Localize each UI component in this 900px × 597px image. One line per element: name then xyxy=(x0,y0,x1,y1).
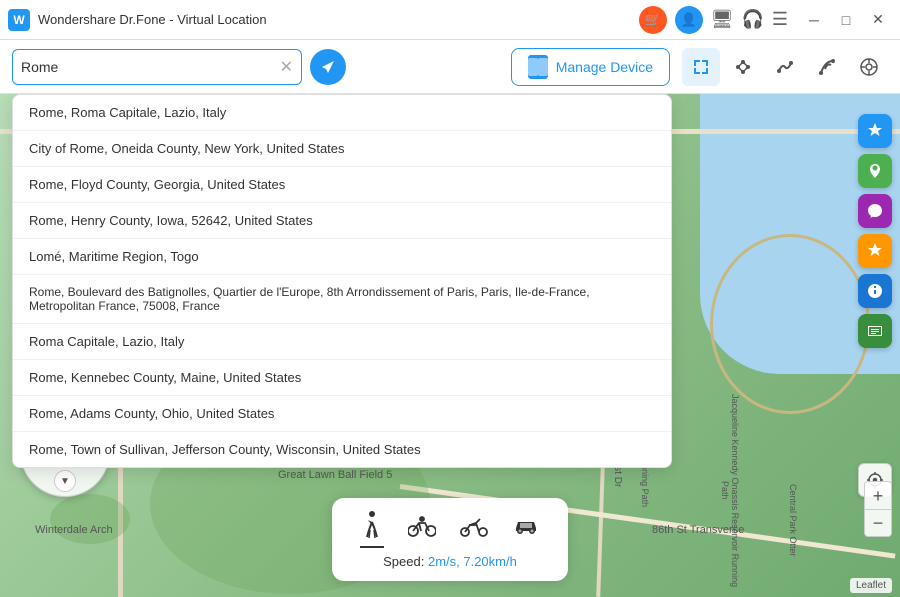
title-bar-left: W Wondershare Dr.Fone - Virtual Location xyxy=(8,9,267,31)
toolbar: ✕ Manage Device xyxy=(0,40,900,94)
autocomplete-item-0[interactable]: Rome, Roma Capitale, Lazio, Italy xyxy=(13,95,671,131)
search-area: ✕ xyxy=(12,49,346,85)
speed-panel: Speed: 2m/s, 7.20km/h xyxy=(332,498,568,581)
tool-route-btn[interactable] xyxy=(808,48,846,86)
tool-two-spot-btn[interactable] xyxy=(766,48,804,86)
zoom-in-button[interactable]: + xyxy=(864,481,892,509)
monitor-icon-btn[interactable]: 🖥 xyxy=(711,9,734,30)
autocomplete-item-1[interactable]: City of Rome, Oneida County, New York, U… xyxy=(13,131,671,167)
map-label-field5: Great Lawn Ball Field 5 xyxy=(278,469,392,481)
speed-car-icon[interactable] xyxy=(512,516,540,542)
map-label-otter: Central Park Otter xyxy=(788,484,798,557)
right-float-btn-1[interactable] xyxy=(858,154,892,188)
toolbar-right-icons xyxy=(682,48,888,86)
list-icon-btn[interactable]: ☰ xyxy=(772,9,788,30)
compass-south-btn[interactable]: ▼ xyxy=(54,470,76,492)
tool-teleport-btn[interactable] xyxy=(682,48,720,86)
manage-device-button[interactable]: Manage Device xyxy=(511,48,670,86)
zoom-controls: + − xyxy=(864,481,892,537)
tool-joystick-btn[interactable] xyxy=(850,48,888,86)
autocomplete-item-6[interactable]: Roma Capitale, Lazio, Italy xyxy=(13,324,671,360)
user-icon-btn[interactable]: 👤 xyxy=(675,6,703,34)
autocomplete-item-3[interactable]: Rome, Henry County, Iowa, 52642, United … xyxy=(13,203,671,239)
speed-walk-icon[interactable] xyxy=(360,510,384,548)
speed-icons xyxy=(360,510,540,548)
right-float-btn-0[interactable] xyxy=(858,114,892,148)
right-float-btn-5[interactable] xyxy=(858,314,892,348)
app-icon: W xyxy=(8,9,30,31)
right-float-buttons xyxy=(858,114,892,348)
title-icons: 🛒 👤 🖥 🎧 ☰ xyxy=(639,6,788,34)
minimize-button[interactable]: ─ xyxy=(800,6,828,34)
speed-value: 2m/s, 7.20km/h xyxy=(428,554,517,569)
autocomplete-item-2[interactable]: Rome, Floyd County, Georgia, United Stat… xyxy=(13,167,671,203)
right-float-btn-2[interactable] xyxy=(858,194,892,228)
autocomplete-item-5[interactable]: Rome, Boulevard des Batignolles, Quartie… xyxy=(13,275,671,324)
main-content: 86th Street West Dr East Dr Winterdale A… xyxy=(0,94,900,597)
cart-icon-btn[interactable]: 🛒 xyxy=(639,6,667,34)
right-float-btn-4[interactable] xyxy=(858,274,892,308)
title-bar-right: 🛒 👤 🖥 🎧 ☰ ─ □ ✕ xyxy=(639,6,892,34)
title-bar: W Wondershare Dr.Fone - Virtual Location… xyxy=(0,0,900,40)
leaflet-badge[interactable]: Leaflet xyxy=(850,578,892,593)
device-icon xyxy=(528,55,548,79)
winterdale-area xyxy=(50,494,130,544)
manage-device-label: Manage Device xyxy=(556,59,653,75)
app-title: Wondershare Dr.Fone - Virtual Location xyxy=(38,12,267,27)
search-box: ✕ xyxy=(12,49,302,85)
close-button[interactable]: ✕ xyxy=(864,6,892,34)
autocomplete-item-8[interactable]: Rome, Adams County, Ohio, United States xyxy=(13,396,671,432)
autocomplete-dropdown: Rome, Roma Capitale, Lazio, Italy City o… xyxy=(12,94,672,468)
autocomplete-item-4[interactable]: Lomé, Maritime Region, Togo xyxy=(13,239,671,275)
headphone-icon-btn[interactable]: 🎧 xyxy=(741,9,763,30)
map-label-winterdale: Winterdale Arch xyxy=(35,524,113,536)
maximize-button[interactable]: □ xyxy=(832,6,860,34)
autocomplete-item-9[interactable]: Rome, Town of Sullivan, Jefferson County… xyxy=(13,432,671,467)
speed-bike-icon[interactable] xyxy=(408,515,436,543)
search-input[interactable] xyxy=(21,59,280,75)
zoom-out-button[interactable]: − xyxy=(864,509,892,537)
tool-multi-spot-btn[interactable] xyxy=(724,48,762,86)
map-label-reservoir2: Jacqueline Kennedy Onassis Reservoir Run… xyxy=(720,384,740,597)
speed-text: Speed: 2m/s, 7.20km/h xyxy=(383,554,517,569)
right-float-btn-3[interactable] xyxy=(858,234,892,268)
speed-label: Speed: xyxy=(383,554,428,569)
search-clear-icon[interactable]: ✕ xyxy=(280,57,293,77)
autocomplete-item-7[interactable]: Rome, Kennebec County, Maine, United Sta… xyxy=(13,360,671,396)
search-go-button[interactable] xyxy=(310,49,346,85)
speed-scooter-icon[interactable] xyxy=(460,515,488,543)
